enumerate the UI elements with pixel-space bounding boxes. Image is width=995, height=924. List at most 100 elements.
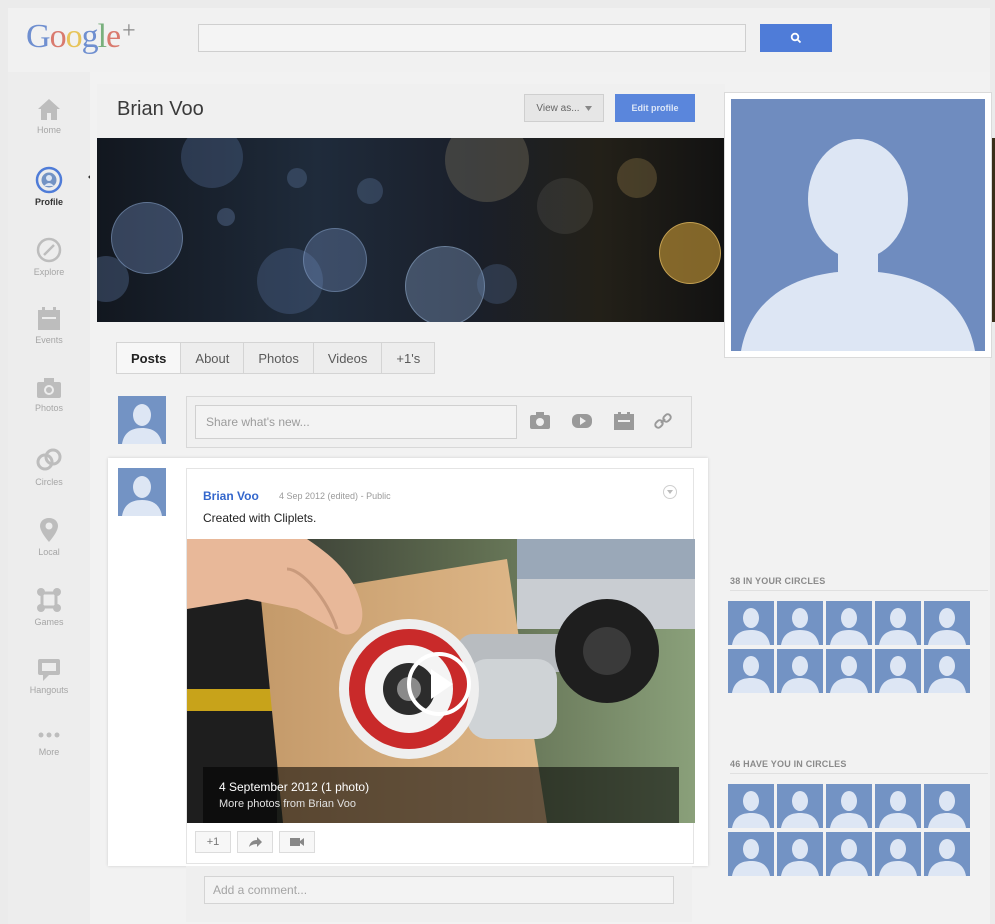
view-as-label: View as...: [536, 102, 580, 114]
search-input[interactable]: [198, 24, 746, 52]
circle-member-avatar[interactable]: [826, 601, 872, 645]
circle-member-avatar[interactable]: [875, 784, 921, 828]
nav-item-explore[interactable]: Explore: [8, 230, 90, 292]
comment-input[interactable]: Add a comment...: [204, 876, 674, 904]
album-link[interactable]: More photos from Brian Voo: [219, 798, 356, 810]
tab-plus-ones[interactable]: +1's: [382, 343, 434, 373]
silhouette-icon: [830, 839, 868, 876]
silhouette-icon: [781, 608, 819, 645]
nav-label-circles: Circles: [35, 477, 63, 487]
silhouette-icon: [879, 608, 917, 645]
circle-member-avatar[interactable]: [875, 601, 921, 645]
circle-member-avatar[interactable]: [826, 832, 872, 876]
silhouette-icon: [928, 791, 966, 828]
silhouette-icon: [928, 656, 966, 693]
nav-item-profile[interactable]: Profile: [8, 160, 90, 222]
circle-member-avatar[interactable]: [728, 649, 774, 693]
profile-photo[interactable]: [731, 99, 985, 351]
post-author-avatar[interactable]: [118, 468, 166, 516]
silhouette-icon: [928, 839, 966, 876]
map-pin-icon: [40, 518, 58, 542]
divider: [730, 590, 988, 591]
post-card: Brian Voo 4 Sep 2012 (edited) - Public C…: [108, 458, 708, 866]
nav-item-more[interactable]: More: [8, 720, 90, 782]
tab-posts[interactable]: Posts: [117, 343, 182, 373]
circle-member-avatar[interactable]: [777, 649, 823, 693]
silhouette-icon: [732, 656, 770, 693]
circles-icon: [36, 448, 62, 471]
circle-member-avatar[interactable]: [777, 784, 823, 828]
silhouette-icon: [741, 139, 975, 351]
hangouts-icon: [38, 659, 60, 681]
silhouette-icon: [830, 608, 868, 645]
profile-header: Brian Voo View as... Edit profile: [97, 84, 725, 138]
edit-profile-button[interactable]: Edit profile: [615, 94, 695, 122]
nav-item-games[interactable]: Games: [8, 580, 90, 642]
circle-member-avatar[interactable]: [728, 784, 774, 828]
nav-item-hangouts[interactable]: Hangouts: [8, 650, 90, 712]
nav-item-events[interactable]: Events: [8, 300, 90, 362]
add-event-icon[interactable]: [613, 411, 635, 431]
profile-photo-frame: [724, 92, 992, 358]
silhouette-icon: [732, 791, 770, 828]
link-icon[interactable]: [653, 411, 673, 431]
share-input[interactable]: Share what's new...: [195, 405, 517, 439]
circle-member-avatar[interactable]: [826, 784, 872, 828]
post-text: Created with Cliplets.: [203, 511, 317, 525]
video-camera-icon: [290, 838, 304, 846]
post-visibility[interactable]: Public: [366, 491, 391, 501]
post-photo[interactable]: 4 September 2012 (1 photo) More photos f…: [187, 539, 695, 823]
divider: [730, 773, 988, 774]
nav-label-games: Games: [34, 617, 64, 627]
silhouette-icon: [928, 608, 966, 645]
circle-member-avatar[interactable]: [924, 784, 970, 828]
games-icon: [37, 588, 61, 612]
nav-item-home[interactable]: Home: [8, 90, 90, 152]
nav-label-photos: Photos: [34, 403, 64, 413]
have-you-in-circles-heading[interactable]: 46 HAVE YOU IN CIRCLES: [730, 759, 847, 769]
view-as-button[interactable]: View as...: [524, 94, 604, 122]
circle-member-avatar[interactable]: [875, 832, 921, 876]
silhouette-icon: [879, 791, 917, 828]
add-photo-icon[interactable]: [529, 411, 551, 431]
plus-one-button[interactable]: +1: [195, 831, 231, 853]
tab-videos[interactable]: Videos: [314, 343, 383, 373]
google-plus-logo[interactable]: Google+: [26, 18, 136, 56]
compass-icon: [36, 237, 62, 263]
nav-label-hangouts: Hangouts: [29, 685, 69, 695]
in-your-circles-heading[interactable]: 38 IN YOUR CIRCLES: [730, 576, 825, 586]
avatar[interactable]: [118, 396, 166, 444]
circle-member-avatar[interactable]: [728, 832, 774, 876]
silhouette-icon: [122, 476, 162, 516]
circle-member-avatar[interactable]: [728, 601, 774, 645]
tab-photos[interactable]: Photos: [244, 343, 314, 373]
circle-member-avatar[interactable]: [924, 601, 970, 645]
cover-photo[interactable]: [97, 138, 725, 322]
nav-label-profile: Profile: [34, 197, 63, 207]
post-options-button[interactable]: [663, 485, 677, 499]
circle-member-avatar[interactable]: [924, 649, 970, 693]
calendar-icon: [38, 307, 60, 330]
share-button[interactable]: [237, 831, 273, 853]
tab-about[interactable]: About: [181, 343, 245, 373]
nav-item-local[interactable]: Local: [8, 510, 90, 572]
silhouette-icon: [781, 656, 819, 693]
search-icon: [790, 32, 802, 44]
search-button[interactable]: [760, 24, 832, 52]
album-title[interactable]: 4 September 2012 (1 photo): [219, 780, 369, 794]
add-video-icon[interactable]: [571, 411, 593, 431]
post-actions: +1: [195, 831, 315, 853]
nav-item-circles[interactable]: Circles: [8, 440, 90, 502]
post-date[interactable]: 4 Sep 2012 (edited): [279, 491, 358, 501]
share-arrow-icon: [249, 837, 262, 847]
hangout-button[interactable]: [279, 831, 315, 853]
circle-member-avatar[interactable]: [924, 832, 970, 876]
circle-member-avatar[interactable]: [777, 601, 823, 645]
circle-member-avatar[interactable]: [875, 649, 921, 693]
circle-member-avatar[interactable]: [826, 649, 872, 693]
silhouette-icon: [732, 608, 770, 645]
post-author[interactable]: Brian Voo: [203, 489, 259, 503]
circle-member-avatar[interactable]: [777, 832, 823, 876]
nav-item-photos[interactable]: Photos: [8, 370, 90, 432]
profile-icon: [35, 166, 63, 194]
